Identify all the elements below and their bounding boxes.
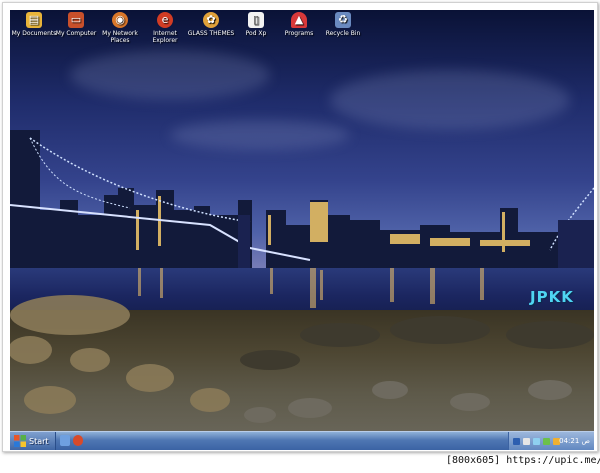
desktop-icon-my-network-places[interactable]: ◉ My Network Places bbox=[96, 12, 144, 44]
desktop-screen: ▤ My Documents ▭ My Computer ◉ My Networ… bbox=[10, 10, 594, 450]
desktop-icon-programs[interactable]: ▲ Programs bbox=[275, 12, 323, 37]
taskbar: Start 04:21 ص bbox=[10, 431, 594, 450]
image-size-footer: [800x605] https://upic.me/ bbox=[446, 455, 600, 466]
network-places-icon: ◉ bbox=[112, 12, 128, 28]
programs-icon: ▲ bbox=[291, 12, 307, 28]
desktop-icon-label: My Computer bbox=[55, 30, 97, 37]
jpkk-watermark: JPKK bbox=[530, 288, 574, 306]
antivirus-icon[interactable] bbox=[543, 438, 550, 445]
desktop-icon-label: Pod Xp bbox=[245, 30, 267, 37]
recycle-bin-icon: ♻ bbox=[335, 12, 351, 28]
desktop-icon-label: Programs bbox=[284, 30, 314, 37]
windows-logo-icon bbox=[14, 435, 26, 447]
wallpaper bbox=[10, 10, 594, 450]
start-label: Start bbox=[29, 437, 49, 446]
system-tray: 04:21 ص bbox=[508, 432, 594, 450]
desktop-icon-label: Recycle Bin bbox=[325, 30, 361, 37]
glass-themes-icon: ✿ bbox=[203, 12, 219, 28]
computer-icon: ▭ bbox=[68, 12, 84, 28]
documents-folder-icon: ▤ bbox=[26, 12, 42, 28]
screenshot-frame: ▤ My Documents ▭ My Computer ◉ My Networ… bbox=[2, 2, 598, 452]
city-skyline bbox=[10, 130, 594, 272]
desktop-icon-label: My Network bbox=[102, 30, 138, 37]
pod-xp-icon: ▯ bbox=[248, 12, 264, 28]
internet-explorer-icon[interactable] bbox=[73, 435, 83, 446]
language-icon[interactable] bbox=[513, 438, 520, 445]
internet-explorer-icon: e bbox=[157, 12, 173, 28]
start-button[interactable]: Start bbox=[10, 432, 56, 450]
desktop-icon-label: GLASS THEMES bbox=[187, 30, 235, 37]
desktop-icon-internet-explorer[interactable]: e Internet Explorer bbox=[141, 12, 189, 44]
desktop-icon-label: Internet bbox=[153, 30, 177, 37]
show-desktop-icon[interactable] bbox=[60, 435, 70, 446]
volume-icon[interactable] bbox=[523, 438, 530, 445]
network-icon[interactable] bbox=[533, 438, 540, 445]
desktop-icon-label: My Documents bbox=[11, 30, 57, 37]
desktop-icon-my-documents[interactable]: ▤ My Documents bbox=[10, 12, 58, 37]
rocks bbox=[10, 295, 594, 423]
desktop-icon-my-computer[interactable]: ▭ My Computer bbox=[52, 12, 100, 37]
desktop-icon-label: Explorer bbox=[152, 37, 178, 44]
desktop-icon-label: Places bbox=[110, 37, 130, 44]
clock[interactable]: 04:21 ص bbox=[559, 432, 590, 450]
desktop-icon-pod-xp[interactable]: ▯ Pod Xp bbox=[232, 12, 280, 37]
desktop-icon-recycle-bin[interactable]: ♻ Recycle Bin bbox=[319, 12, 367, 37]
quick-launch-bar bbox=[60, 435, 83, 448]
desktop-icon-glass-themes[interactable]: ✿ GLASS THEMES bbox=[185, 12, 237, 37]
